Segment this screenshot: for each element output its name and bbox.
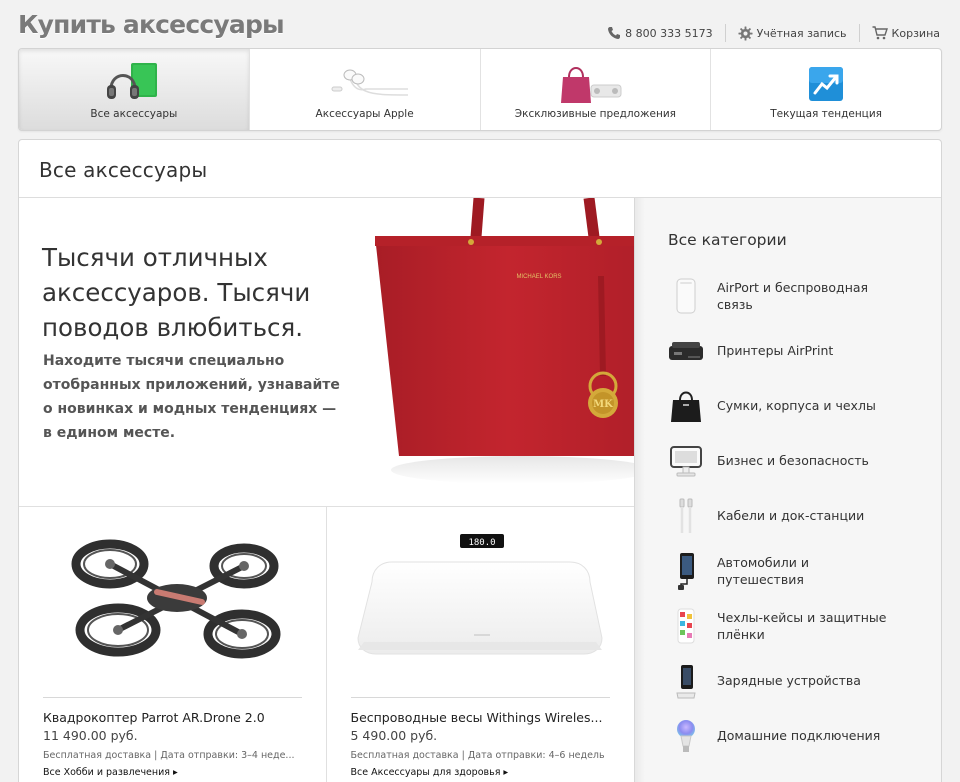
category-label: Бизнес и безопасность bbox=[717, 453, 869, 468]
sidebar-item-bags[interactable]: Сумки, корпуса и чехлы bbox=[668, 378, 928, 433]
dock-icon bbox=[668, 659, 704, 703]
cart-icon bbox=[872, 26, 888, 40]
category-label: AirPort и беспроводная связь bbox=[717, 279, 869, 312]
divider bbox=[350, 697, 610, 698]
scale-display: 180.0 bbox=[469, 538, 496, 548]
account-label: Учётная запись bbox=[756, 26, 847, 40]
account-link[interactable]: Учётная запись bbox=[726, 25, 859, 41]
category-label: Домашние подключения bbox=[717, 728, 881, 743]
product-price: 5 490.00 руб. bbox=[350, 728, 438, 743]
tab-all-accessories[interactable]: Все аксессуары bbox=[19, 49, 250, 130]
phone-link[interactable]: 8 800 333 5173 bbox=[595, 26, 724, 40]
sidebar-item-business[interactable]: Бизнес и безопасность bbox=[668, 433, 928, 488]
category-label: Зарядные устройства bbox=[717, 673, 861, 688]
cart-link[interactable]: Корзина bbox=[860, 26, 940, 40]
category-label: Автомобили и путешествия bbox=[717, 554, 809, 587]
product-card[interactable]: 180.0 Беспроводные весы Withings Wireles… bbox=[327, 507, 635, 782]
product-name: Квадрокоптер Parrot AR.Drone 2.0 bbox=[43, 710, 265, 725]
product-shipping: Бесплатная доставка | Дата отправки: 4–6… bbox=[350, 750, 605, 761]
tab-label: Аксессуары Apple bbox=[315, 108, 414, 120]
product-price: 11 490.00 руб. bbox=[43, 728, 138, 743]
product-name: Беспроводные весы Withings Wireles... bbox=[350, 710, 603, 725]
tab-label: Эксклюзивные предложения bbox=[514, 108, 676, 120]
phone-number: 8 800 333 5173 bbox=[625, 26, 713, 40]
phone-icon bbox=[607, 26, 621, 40]
utility-nav: 8 800 333 5173 Учётная запись Корзина bbox=[595, 24, 940, 42]
bag-brand-text: MICHAEL KORS bbox=[516, 274, 561, 280]
pos-terminal-icon bbox=[668, 439, 704, 483]
sidebar-title: Все категории bbox=[668, 231, 787, 249]
hero-headline: Тысячи отличных аксессуаров. Тысячи пово… bbox=[42, 243, 311, 342]
bag-charm-text: MK bbox=[593, 399, 613, 410]
smart-bulb-icon bbox=[668, 714, 704, 758]
category-tabs: Все аксессуары Аксессуары Apple Эксклюзи… bbox=[18, 48, 942, 131]
car-charger-icon bbox=[668, 549, 704, 593]
category-label: Чехлы-кейсы и защитные плёнки bbox=[717, 609, 887, 642]
sidebar-item-auto-travel[interactable]: Автомобили и путешествия bbox=[668, 543, 928, 598]
category-list: AirPort и беспроводная связь Принтеры Ai… bbox=[668, 268, 928, 763]
category-label: Кабели и док-станции bbox=[717, 508, 865, 523]
divider bbox=[43, 697, 302, 698]
printer-icon bbox=[668, 329, 704, 373]
tab-current-trend[interactable]: Текущая тенденция bbox=[711, 49, 941, 130]
cable-icon bbox=[668, 494, 704, 538]
gear-icon bbox=[738, 25, 753, 41]
trend-chart-icon bbox=[808, 59, 844, 109]
product-card[interactable]: Квадрокоптер Parrot AR.Drone 2.0 11 490.… bbox=[19, 507, 327, 782]
hero-subtext: Находите тысячи специально отобранных пр… bbox=[43, 353, 340, 441]
earpods-icon bbox=[320, 59, 410, 109]
featured-products: Квадрокоптер Parrot AR.Drone 2.0 11 490.… bbox=[19, 506, 634, 782]
phone-case-icon bbox=[668, 604, 704, 648]
main-panel: Все аксессуары Тысячи отличных аксессуар… bbox=[18, 139, 942, 782]
tab-exclusive-offers[interactable]: Эксклюзивные предложения bbox=[481, 49, 712, 130]
tab-label: Все аксессуары bbox=[90, 108, 178, 120]
cart-label: Корзина bbox=[891, 26, 940, 40]
sidebar-item-chargers[interactable]: Зарядные устройства bbox=[668, 653, 928, 708]
sidebar-item-cables[interactable]: Кабели и док-станции bbox=[668, 488, 928, 543]
pink-bag-icon bbox=[555, 59, 635, 109]
headphones-and-case-icon bbox=[99, 59, 169, 109]
drone-icon bbox=[19, 507, 326, 687]
product-shipping: Бесплатная доставка | Дата отправки: 3–4… bbox=[43, 750, 295, 761]
categories-sidebar: Все категории AirPort и беспроводная свя… bbox=[634, 198, 941, 782]
airport-icon bbox=[668, 274, 704, 318]
hero-banner[interactable]: Тысячи отличных аксессуаров. Тысячи пово… bbox=[19, 197, 651, 506]
category-label: Сумки, корпуса и чехлы bbox=[717, 398, 876, 413]
handbag-image: MICHAEL KORS MK bbox=[371, 197, 651, 510]
category-label: Принтеры AirPrint bbox=[717, 343, 834, 358]
sidebar-item-printers[interactable]: Принтеры AirPrint bbox=[668, 323, 928, 378]
scale-icon: 180.0 bbox=[327, 507, 635, 687]
sidebar-item-airport[interactable]: AirPort и беспроводная связь bbox=[668, 268, 928, 323]
category-link[interactable]: Все Хобби и развлечения ▸ bbox=[43, 767, 178, 778]
sidebar-item-cases[interactable]: Чехлы-кейсы и защитные плёнки bbox=[668, 598, 928, 653]
bag-icon bbox=[668, 384, 704, 428]
category-link[interactable]: Все Аксессуары для здоровья ▸ bbox=[351, 767, 509, 778]
tab-label: Текущая тенденция bbox=[770, 108, 882, 120]
tab-apple-accessories[interactable]: Аксессуары Apple bbox=[250, 49, 481, 130]
section-title: Все аксессуары bbox=[39, 158, 208, 182]
page-title: Купить аксессуары bbox=[18, 10, 285, 39]
sidebar-item-home[interactable]: Домашние подключения bbox=[668, 708, 928, 763]
